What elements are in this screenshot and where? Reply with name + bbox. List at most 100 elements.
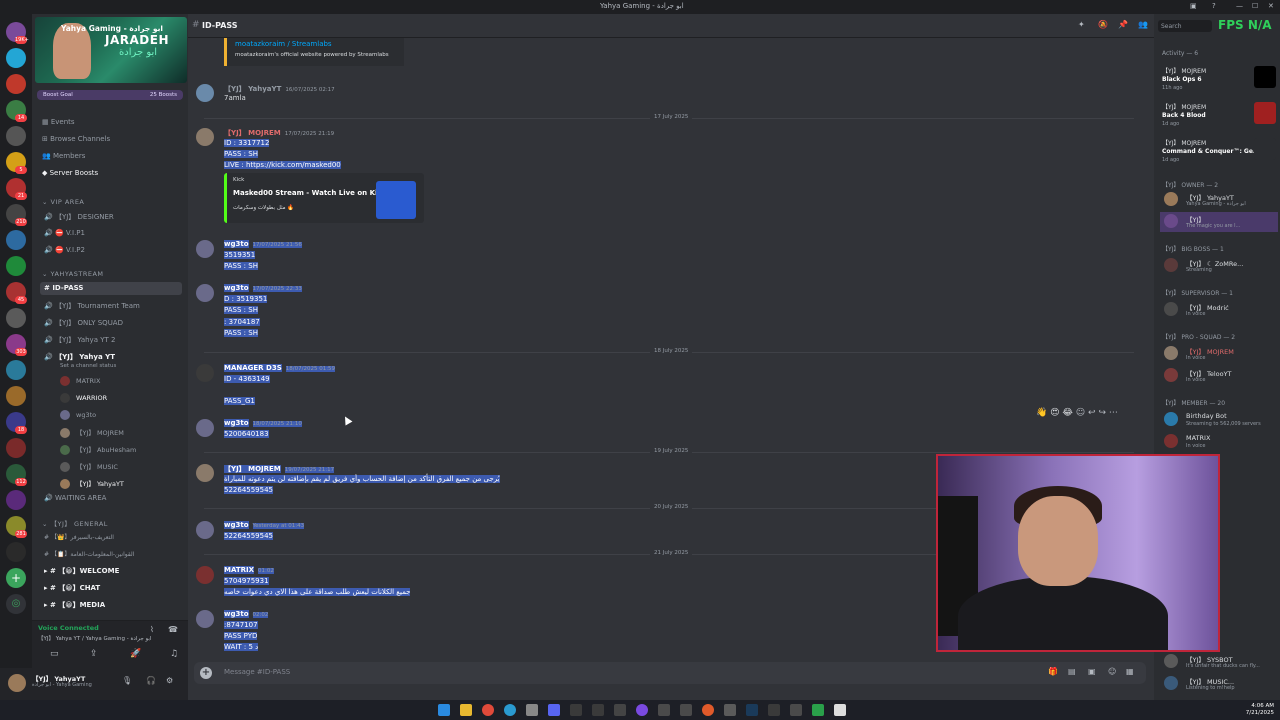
app-icon[interactable] [592,704,604,716]
app-icon[interactable] [680,704,692,716]
more-icon[interactable]: ⋯ [1109,408,1118,418]
channel-welcome[interactable]: ▸ # 【😀】WELCOME [40,564,182,577]
message-author[interactable]: MANAGER D3S 18/07/2025 01:59 [224,364,336,372]
avatar[interactable] [196,419,214,437]
message-author[interactable]: wg3to Yesterday at 01:43 [224,521,305,529]
gif-icon[interactable]: ▤ [1068,667,1076,676]
start-icon[interactable] [438,704,450,716]
pin-icon[interactable]: 📌 [1118,20,1128,29]
message-author[interactable]: wg3to 18/07/2025 21:10 [224,419,302,427]
gift-icon[interactable]: 🎁 [1048,667,1058,676]
reaction-emoji[interactable]: 😍 [1050,408,1059,418]
steam-icon[interactable] [746,704,758,716]
explore-icon[interactable]: ◎ [6,594,26,614]
nav-browse-channels[interactable]: ⊞ Browse Channels [42,135,110,143]
server-name[interactable]: Yahya Gaming - ابو جرادة [61,24,163,33]
server-icon[interactable] [6,126,26,146]
sticker-icon[interactable]: ▣ [1088,667,1096,676]
emoji-icon[interactable]: ☺ [1108,667,1116,676]
server-icon[interactable] [6,308,26,328]
server-icon[interactable] [6,542,26,562]
server-banner[interactable]: JARADEH ابو جرادة Yahya Gaming - ابو جرا… [35,17,187,83]
activity-card[interactable]: 【YJ】 MOJREM Command & Conquer™: Ge... 1d… [1158,138,1278,172]
avatar[interactable] [196,464,214,482]
voice-user[interactable]: 【YJ】 MOJREM [60,427,124,439]
attach-plus-icon[interactable]: + [200,667,212,679]
avatar[interactable] [196,240,214,258]
member-row[interactable]: 【YJ】 MUSIC... Listening to m!help [1160,674,1278,694]
search-input[interactable]: Search [1158,20,1212,32]
voice-user[interactable]: 【YJ】 MUSIC [60,461,118,473]
explorer-icon[interactable] [460,704,472,716]
channel-yahya-yt[interactable]: 🔊 【YJ】 Yahya YT [40,350,182,363]
member-row[interactable]: 【YJ】 TelooYT In voice [1160,366,1278,386]
minimize-icon[interactable]: — [1236,2,1243,10]
noise-suppression-icon[interactable]: ⌇ [150,625,154,634]
avatar[interactable] [196,128,214,146]
embed-link[interactable]: moatazkoraim / Streamlabs [235,40,332,48]
app-icon[interactable] [702,704,714,716]
avatar[interactable] [196,364,214,382]
channel-media[interactable]: ▸ # 【😀】MEDIA [40,598,182,611]
message-author[interactable]: MATRIX 01:02 [224,566,274,574]
app-icon[interactable] [570,704,582,716]
nav-members[interactable]: 👥 Members [42,152,85,160]
activity-card[interactable]: 【YJ】 MOJREM Black Ops 6 11h ago [1158,66,1278,100]
avatar[interactable] [196,84,214,102]
nav-events[interactable]: ▦ Events [42,118,75,126]
member-row[interactable]: 【YJ】 The magic you are l... [1160,212,1278,232]
message-author[interactable]: 【YJ】 MOJREM 19/07/2025 21:17 [224,464,335,474]
discord-icon[interactable] [548,704,560,716]
category-general[interactable]: ⌄ 【YJ】 GENERAL [42,518,108,528]
add-reaction-icon[interactable]: ☺ [1076,408,1085,418]
reaction-emoji[interactable]: 😂 [1062,408,1073,418]
server-icon[interactable] [6,360,26,380]
channel-tournament[interactable]: 🔊 【YJ】 Tournament Team [40,299,182,312]
message-author[interactable]: 【YJ】 MOJREM 17/07/2025 21:19 [224,128,334,138]
voice-channel[interactable]: 【YJ】 Yahya YT / Yahya Gaming - ابو جرادة [38,634,151,642]
server-icon[interactable] [6,256,26,276]
avatar[interactable] [196,566,214,584]
member-list-icon[interactable]: 👥 [1138,20,1148,29]
apps-icon[interactable]: ▦ [1126,667,1134,676]
embed-title[interactable]: Masked00 Stream - Watch Live on Kick [233,189,386,197]
close-icon[interactable]: ✕ [1268,2,1274,10]
forward-icon[interactable]: ↪ [1098,408,1106,418]
edge-icon[interactable] [504,704,516,716]
app-icon[interactable] [658,704,670,716]
channel-vip2[interactable]: 🔊 ⛔ V.I.P2 [40,244,182,257]
nav-server-boosts[interactable]: ◆ Server Boosts [42,169,98,177]
member-row[interactable]: MATRIX In voice [1160,432,1278,452]
app-icon[interactable] [790,704,802,716]
notepad-icon[interactable] [834,704,846,716]
server-icon[interactable] [6,48,26,68]
message-author[interactable]: wg3to 17/07/2025 21:56 [224,240,302,248]
message-author[interactable]: 【YJ】 YahyaYT 16/07/2025 02:17 [224,84,335,94]
voice-user[interactable]: wg3to [60,410,96,422]
avatar[interactable] [196,521,214,539]
channel-chat[interactable]: ▸ # 【😀】CHAT [40,581,182,594]
channel-rules[interactable]: # 【📋】القوانين-المعلومات-العامة [40,547,182,560]
voice-user[interactable]: 【YJ】 AbuHesham [60,444,136,456]
mute-icon[interactable]: 🎙 [122,676,132,685]
chrome-icon[interactable] [482,704,494,716]
notifications-icon[interactable]: 🔕 [1098,20,1108,29]
channel-id-pass[interactable]: # ID-PASS [40,282,182,295]
member-row[interactable]: 【YJ】 MOJREM In voice [1160,344,1278,364]
embed-thumbnail[interactable] [376,181,416,219]
member-row[interactable]: 【YJ】 SYSBOT It's unfair that ducks can fl… [1160,652,1278,672]
channel-designer[interactable]: 🔊 【YJ】 DESIGNER [40,210,182,223]
channel-yahya-yt-2[interactable]: 🔊 【YJ】 Yahya YT 2 [40,333,182,346]
reply-icon[interactable]: ↩ [1088,408,1096,418]
app-icon[interactable] [812,704,824,716]
headphones-icon[interactable]: 🎧 [146,676,156,685]
app-icon[interactable] [724,704,736,716]
avatar[interactable] [8,674,26,692]
channel-vip1[interactable]: 🔊 ⛔ V.I.P1 [40,227,182,240]
member-row[interactable]: 【YJ】 YahyaYT Yahya Gaming - ابو جرادة [1160,190,1278,210]
screenshare-icon[interactable]: ⇪ [90,649,98,659]
disconnect-icon[interactable]: ☎ [168,625,178,634]
avatar[interactable] [196,610,214,628]
voice-user[interactable]: 【YJ】 YahyaYT [60,478,124,490]
activity-card[interactable]: 【YJ】 MOJREM Back 4 Blood 1d ago [1158,102,1278,136]
